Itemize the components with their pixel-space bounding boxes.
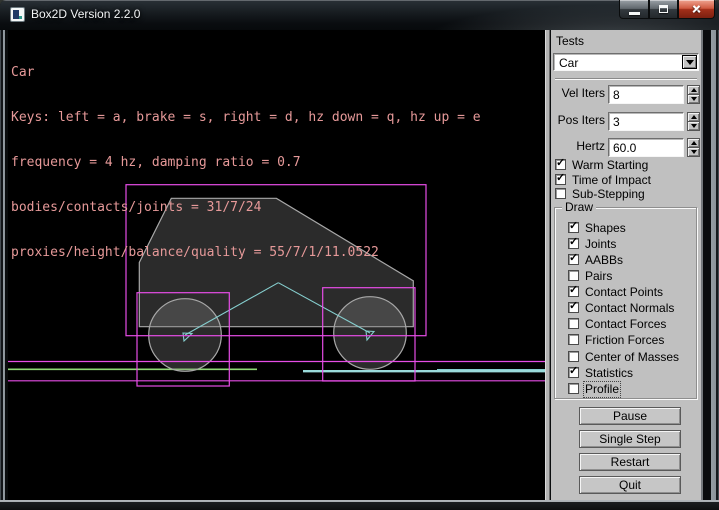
contact-normals-checkbox[interactable]: ✓ [568, 302, 579, 313]
keys-help-line: Keys: left = a, brake = s, right = d, hz… [11, 110, 481, 125]
hertz-field[interactable] [608, 138, 684, 157]
chevron-down-icon [686, 60, 694, 65]
proxies-stats-line: proxies/height/balance/quality = 55/7/1/… [11, 245, 481, 260]
statistics-checkbox[interactable]: ✓ [568, 367, 579, 378]
pairs-checkbox[interactable] [568, 270, 579, 281]
profile-checkbox[interactable] [568, 383, 579, 394]
draw-group-label: Draw [562, 201, 596, 214]
vel-iters-spinner[interactable] [687, 85, 700, 104]
joints-label[interactable]: Joints [585, 238, 616, 251]
spinner-up-button[interactable] [687, 112, 700, 121]
statistics-label[interactable]: Statistics [585, 367, 633, 380]
window-frame-bottom [0, 500, 719, 510]
spinner-down-button[interactable] [687, 94, 700, 104]
window-title: Box2D Version 2.2.0 [31, 0, 140, 28]
check-icon: ✓ [569, 300, 578, 313]
column-divider [545, 30, 550, 500]
warm-starting-label[interactable]: Warm Starting [572, 159, 648, 172]
contact-points-label[interactable]: Contact Points [585, 286, 663, 299]
aabbs-label[interactable]: AABBs [585, 254, 623, 267]
quit-button[interactable]: Quit [579, 476, 681, 494]
test-select-dropdown[interactable]: Car [553, 53, 699, 71]
spinner-up-button[interactable] [687, 138, 700, 147]
check-icon: ✓ [569, 220, 578, 233]
test-name-line: Car [11, 65, 481, 80]
minimize-icon [629, 12, 640, 15]
check-icon: ✓ [556, 172, 565, 185]
friction-forces-label[interactable]: Friction Forces [585, 334, 664, 347]
separator [555, 78, 697, 80]
sub-stepping-checkbox[interactable] [555, 188, 566, 199]
contact-forces-checkbox[interactable] [568, 318, 579, 329]
arrow-up-icon [691, 115, 697, 119]
close-icon [691, 4, 702, 15]
arrow-up-icon [691, 88, 697, 92]
single-step-button[interactable]: Single Step [579, 430, 681, 448]
dropdown-button[interactable] [682, 55, 697, 69]
check-icon: ✓ [569, 365, 578, 378]
hertz-label: Hertz [551, 140, 605, 153]
check-icon: ✓ [569, 284, 578, 297]
warm-starting-checkbox[interactable]: ✓ [555, 159, 566, 170]
vel-iters-field[interactable] [608, 85, 684, 104]
app-icon [10, 7, 25, 22]
window-frame-left [0, 30, 8, 500]
arrow-down-icon [691, 97, 697, 101]
debug-info-text: Car Keys: left = a, brake = s, right = d… [11, 35, 481, 290]
profile-label[interactable]: Profile [585, 383, 619, 396]
arrow-down-icon [691, 124, 697, 128]
spinner-up-button[interactable] [687, 85, 700, 94]
maximize-button[interactable] [649, 0, 678, 19]
shapes-checkbox[interactable]: ✓ [568, 222, 579, 233]
frequency-line: frequency = 4 hz, damping ratio = 0.7 [11, 155, 481, 170]
center-of-masses-label[interactable]: Center of Masses [585, 351, 679, 364]
center-of-masses-checkbox[interactable] [568, 351, 579, 362]
minimize-button[interactable] [619, 0, 649, 19]
pos-iters-field[interactable] [608, 112, 684, 131]
close-button[interactable] [678, 0, 715, 19]
vel-iters-label: Vel Iters [551, 87, 605, 100]
friction-forces-checkbox[interactable] [568, 334, 579, 345]
check-icon: ✓ [569, 236, 578, 249]
joints-checkbox[interactable]: ✓ [568, 238, 579, 249]
contact-points-checkbox[interactable]: ✓ [568, 286, 579, 297]
bodies-stats-line: bodies/contacts/joints = 31/7/24 [11, 200, 481, 215]
arrow-down-icon [691, 150, 697, 154]
arrow-up-icon [691, 141, 697, 145]
spinner-down-button[interactable] [687, 147, 700, 157]
aabbs-checkbox[interactable]: ✓ [568, 254, 579, 265]
window-frame-right [703, 30, 719, 500]
title-bar[interactable]: Box2D Version 2.2.0 [0, 0, 719, 30]
contact-normals-label[interactable]: Contact Normals [585, 302, 674, 315]
spinner-down-button[interactable] [687, 121, 700, 131]
pairs-label[interactable]: Pairs [585, 270, 612, 283]
control-panel: Tests Car Vel Iters Pos Iters Hertz ✓ [551, 30, 703, 500]
maximize-icon [659, 5, 668, 13]
hertz-spinner[interactable] [687, 138, 700, 157]
restart-button[interactable]: Restart [579, 453, 681, 471]
test-select-value: Car [559, 56, 578, 70]
pos-iters-spinner[interactable] [687, 112, 700, 131]
caption-buttons [619, 0, 715, 19]
pause-button[interactable]: Pause [579, 407, 681, 425]
pos-iters-label: Pos Iters [551, 114, 605, 127]
time-of-impact-label[interactable]: Time of Impact [572, 174, 651, 187]
contact-forces-label[interactable]: Contact Forces [585, 318, 666, 331]
check-icon: ✓ [556, 157, 565, 170]
check-icon: ✓ [569, 252, 578, 265]
app-window: Box2D Version 2.2.0 [0, 0, 719, 510]
draw-group-box: Draw ✓ Shapes ✓ Joints ✓ AABBs Pairs ✓ C… [554, 207, 697, 399]
shapes-label[interactable]: Shapes [585, 222, 626, 235]
simulation-canvas[interactable]: Car Keys: left = a, brake = s, right = d… [8, 30, 545, 500]
tests-label: Tests [556, 35, 584, 48]
time-of-impact-checkbox[interactable]: ✓ [555, 174, 566, 185]
